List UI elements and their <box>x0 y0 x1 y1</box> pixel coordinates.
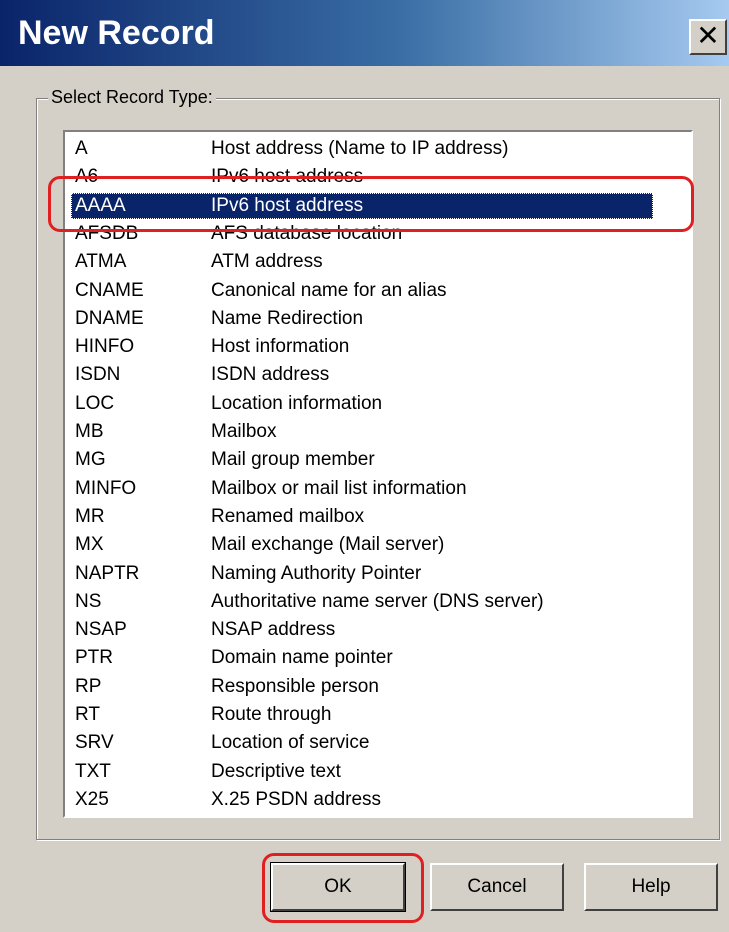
list-item[interactable]: ATMA ATM address <box>71 249 653 275</box>
record-code: RP <box>75 675 102 697</box>
list-item[interactable]: RP Responsible person <box>71 674 653 700</box>
record-description: Domain name pointer <box>211 647 393 669</box>
record-type-list[interactable]: A Host address (Name to IP address) A6 IPv6… <box>63 130 693 818</box>
list-item[interactable]: TXT Descriptive text <box>71 759 653 785</box>
record-description: AFS database location <box>211 222 403 244</box>
record-description: IPv6 host address <box>211 166 364 188</box>
record-code: AAAA <box>75 194 126 216</box>
record-code: MG <box>75 449 106 471</box>
record-description: Route through <box>211 704 332 725</box>
record-description: Name Redirection <box>211 307 364 329</box>
record-description: Descriptive text <box>211 760 341 782</box>
record-code: A6 <box>75 166 99 188</box>
record-description: Mail exchange (Mail server) <box>211 534 445 556</box>
list-item[interactable]: NSAP NSAP address <box>71 617 653 643</box>
list-item[interactable]: LOC Location information <box>71 391 653 417</box>
record-code: A <box>75 138 88 159</box>
record-code: MX <box>75 534 104 556</box>
record-code: RT <box>75 704 100 725</box>
record-description: NSAP address <box>211 619 336 641</box>
record-code: NSAP <box>75 619 127 641</box>
list-item[interactable]: MINFO Mailbox or mail list information <box>71 476 653 502</box>
record-code: SRV <box>75 732 114 754</box>
record-code: CNAME <box>75 279 144 301</box>
record-description: IPv6 host address <box>211 194 364 216</box>
record-code: AFSDB <box>75 222 139 244</box>
record-code: MR <box>75 505 105 527</box>
record-description: Authoritative name server (DNS server) <box>211 590 544 612</box>
record-description: Host address (Name to IP address) <box>211 138 509 159</box>
record-code: DNAME <box>75 307 144 329</box>
record-description: Mailbox <box>211 421 277 442</box>
list-item[interactable]: CNAME Canonical name for an alias <box>71 278 653 304</box>
record-description: ISDN address <box>211 364 330 386</box>
list-item[interactable]: PTR Domain name pointer <box>71 645 653 671</box>
record-description: Canonical name for an alias <box>211 279 447 301</box>
list-item[interactable]: X25 X.25 PSDN address <box>71 787 653 813</box>
list-item[interactable]: A Host address (Name to IP address) <box>71 136 653 162</box>
list-item[interactable]: SRV Location of service <box>71 730 653 756</box>
list-item[interactable]: A6 IPv6 host address <box>71 164 653 190</box>
cancel-button[interactable]: Cancel <box>430 863 564 911</box>
record-code: ATMA <box>75 251 127 273</box>
close-icon: ✕ <box>696 19 720 52</box>
list-item[interactable]: RT Route through <box>71 702 653 728</box>
list-item[interactable]: ISDN ISDN address <box>71 362 653 388</box>
list-item[interactable]: NS Authoritative name server (DNS server) <box>71 589 653 615</box>
record-description: Location information <box>211 392 383 414</box>
record-code: ISDN <box>75 364 121 386</box>
record-description: Renamed mailbox <box>211 505 365 527</box>
list-item[interactable]: HINFO Host information <box>71 334 653 360</box>
record-code: PTR <box>75 647 113 669</box>
record-code: MINFO <box>75 477 137 499</box>
record-description: Naming Authority Pointer <box>211 562 422 584</box>
record-description: X.25 PSDN address <box>211 788 382 810</box>
list-item[interactable]: DNAME Name Redirection <box>71 306 653 332</box>
list-item[interactable]: AFSDB AFS database location <box>71 221 653 247</box>
list-item[interactable]: MR Renamed mailbox <box>71 504 653 530</box>
list-item[interactable]: MX Mail exchange (Mail server) <box>71 532 653 558</box>
list-item[interactable]: NAPTR Naming Authority Pointer <box>71 561 653 587</box>
list-item[interactable]: MG Mail group member <box>71 447 653 473</box>
record-code: HINFO <box>75 336 135 358</box>
record-code: LOC <box>75 392 115 414</box>
group-label: Select Record Type: <box>48 86 216 108</box>
record-code: TXT <box>75 760 111 782</box>
record-description: Host information <box>211 336 350 358</box>
help-button[interactable]: Help <box>584 863 718 911</box>
record-code: MB <box>75 421 104 442</box>
record-description: Mail group member <box>211 449 375 471</box>
record-code: NS <box>75 590 102 612</box>
record-code: NAPTR <box>75 562 140 584</box>
record-code: X25 <box>75 788 109 810</box>
close-button[interactable]: ✕ <box>689 19 727 55</box>
list-item-selected[interactable]: AAAA IPv6 host address <box>71 192 653 219</box>
record-description: Mailbox or mail list information <box>211 477 467 499</box>
list-item[interactable]: MB Mailbox <box>71 419 653 445</box>
ok-button[interactable]: OK <box>270 862 406 912</box>
record-description: Responsible person <box>211 675 379 697</box>
record-description: ATM address <box>211 251 323 273</box>
record-description: Location of service <box>211 732 370 754</box>
title-bar: New Record <box>0 0 729 66</box>
window-title: New Record <box>18 14 215 52</box>
